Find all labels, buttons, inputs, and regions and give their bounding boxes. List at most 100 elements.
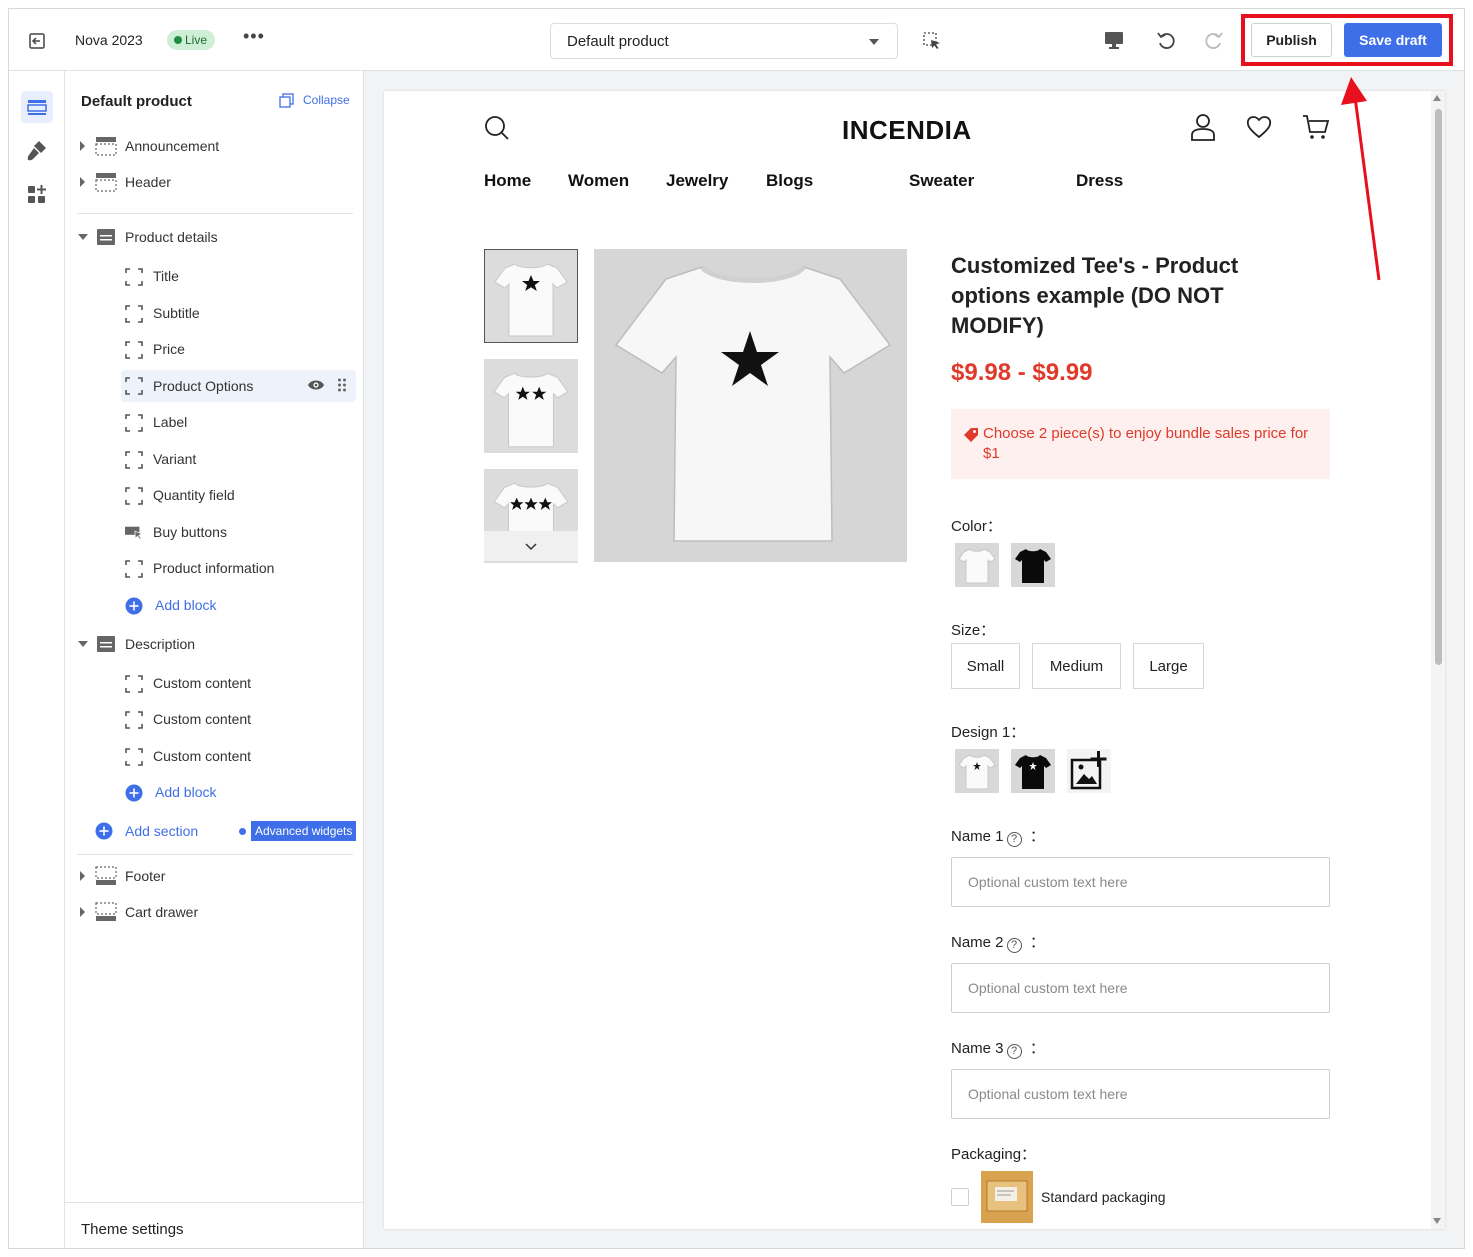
block-label: Title <box>153 268 179 284</box>
block-custom-content[interactable]: Custom content <box>65 668 364 698</box>
size-small-button[interactable]: Small <box>951 643 1020 689</box>
exit-icon[interactable] <box>27 31 47 51</box>
block-custom-content[interactable]: Custom content <box>65 704 364 734</box>
section-box-icon <box>97 636 115 652</box>
thumbnails-next-button[interactable] <box>484 531 578 561</box>
size-medium-button[interactable]: Medium <box>1032 643 1121 689</box>
expand-arrow-icon[interactable] <box>80 907 85 917</box>
help-icon[interactable]: ? <box>1006 938 1022 953</box>
redo-icon[interactable] <box>1203 29 1225 51</box>
nav-sweater[interactable]: Sweater <box>909 171 974 191</box>
block-variant[interactable]: Variant <box>65 444 364 474</box>
block-frame-icon <box>125 414 143 432</box>
packaging-option-label-text: Standard packaging <box>1041 1189 1166 1205</box>
size-large-button[interactable]: Large <box>1133 643 1204 689</box>
block-price[interactable]: Price <box>65 334 364 364</box>
section-footer[interactable]: Footer <box>65 861 364 891</box>
price-tag-icon <box>964 428 978 442</box>
nav-blogs[interactable]: Blogs <box>766 171 813 191</box>
block-frame-icon <box>125 675 143 693</box>
page-template-select[interactable]: Default product <box>550 23 898 59</box>
desktop-view-icon[interactable] <box>1103 29 1125 51</box>
theme-settings-button[interactable]: Theme settings <box>65 1202 364 1248</box>
sections-tab[interactable] <box>21 91 53 123</box>
name2-label-text: Name 2 <box>951 934 1004 951</box>
advanced-widgets-button[interactable]: Advanced widgets <box>251 821 357 841</box>
design-swatch-white[interactable] <box>955 749 999 793</box>
block-title[interactable]: Title <box>65 261 364 291</box>
nav-home[interactable]: Home <box>484 171 531 191</box>
block-subtitle[interactable]: Subtitle <box>65 298 364 328</box>
drag-handle-icon[interactable] <box>337 377 347 393</box>
name1-label-text: Name 1 <box>951 828 1004 845</box>
packaging-image <box>981 1171 1033 1223</box>
add-block-button[interactable]: Add block <box>65 777 364 807</box>
product-thumbnail[interactable] <box>484 359 578 453</box>
help-icon[interactable]: ? <box>1006 1044 1022 1059</box>
undo-icon[interactable] <box>1155 29 1177 51</box>
publish-button[interactable]: Publish <box>1251 23 1332 57</box>
block-buy-buttons[interactable]: Buy buttons <box>65 517 364 547</box>
add-block-button[interactable]: Add block <box>65 590 364 620</box>
design-upload-button[interactable] <box>1067 749 1111 793</box>
collapse-button[interactable]: Collapse <box>279 93 350 108</box>
product-main-image[interactable] <box>594 249 907 562</box>
heart-icon[interactable] <box>1246 115 1272 139</box>
bundle-text: Choose 2 piece(s) to enjoy bundle sales … <box>983 425 1309 462</box>
section-product-details[interactable]: Product details <box>65 222 364 252</box>
section-footer-icon <box>95 902 117 921</box>
white-tshirt-image <box>958 548 996 584</box>
color-swatch-black[interactable] <box>1011 543 1055 587</box>
store-logo[interactable]: INCENDIA <box>842 115 972 146</box>
preview-scroll-thumb[interactable] <box>1435 109 1442 665</box>
collapse-arrow-icon[interactable] <box>78 641 88 647</box>
expand-arrow-icon[interactable] <box>80 871 85 881</box>
live-badge: Live <box>167 30 216 50</box>
block-label: Buy buttons <box>153 524 227 540</box>
scroll-down-arrow-icon[interactable] <box>1433 1218 1441 1224</box>
color-swatch-white[interactable] <box>955 543 999 587</box>
nav-jewelry[interactable]: Jewelry <box>666 171 728 191</box>
save-draft-button[interactable]: Save draft <box>1344 23 1442 57</box>
packaging-checkbox[interactable] <box>951 1188 969 1206</box>
nav-dress[interactable]: Dress <box>1076 171 1123 191</box>
plus-circle-icon <box>125 784 143 802</box>
block-product-information[interactable]: Product information <box>65 553 364 583</box>
user-icon[interactable] <box>1190 113 1216 141</box>
section-cart-drawer[interactable]: Cart drawer <box>65 897 364 927</box>
collapse-arrow-icon[interactable] <box>78 234 88 240</box>
block-label[interactable]: Label <box>65 407 364 437</box>
theme-settings-label: Theme settings <box>81 1221 184 1238</box>
name3-input[interactable] <box>951 1069 1330 1119</box>
design-swatch-black[interactable] <box>1011 749 1055 793</box>
search-icon[interactable] <box>484 115 510 141</box>
nav-women[interactable]: Women <box>568 171 629 191</box>
section-announcement[interactable]: Announcement <box>65 131 364 161</box>
product-thumbnail[interactable] <box>484 249 578 343</box>
block-label: Product Options <box>153 378 254 394</box>
apps-tab[interactable] <box>21 179 53 211</box>
expand-arrow-icon[interactable] <box>80 177 85 187</box>
name1-input[interactable] <box>951 857 1330 907</box>
block-product-options[interactable]: Product Options <box>121 370 356 402</box>
block-frame-icon <box>125 711 143 729</box>
inspect-select-icon[interactable] <box>922 31 942 51</box>
theme-style-tab[interactable] <box>21 135 53 167</box>
scroll-up-arrow-icon[interactable] <box>1433 95 1441 101</box>
eye-icon[interactable] <box>307 378 325 392</box>
expand-arrow-icon[interactable] <box>80 141 85 151</box>
section-header[interactable]: Header <box>65 167 364 197</box>
product-price: $9.98 - $9.99 <box>951 359 1093 386</box>
block-custom-content[interactable]: Custom content <box>65 741 364 771</box>
cart-icon[interactable] <box>1302 113 1330 141</box>
section-description[interactable]: Description <box>65 629 364 659</box>
block-quantity-field[interactable]: Quantity field <box>65 480 364 510</box>
block-frame-icon <box>125 377 143 395</box>
more-menu-button[interactable]: ••• <box>243 26 265 47</box>
name2-input[interactable] <box>951 963 1330 1013</box>
help-icon[interactable]: ? <box>1006 832 1022 847</box>
label-colon: ： <box>1029 1040 1045 1057</box>
add-block-label: Add block <box>155 784 217 800</box>
size-option-label: Size： <box>951 622 996 639</box>
add-section-label: Add section <box>125 823 199 839</box>
